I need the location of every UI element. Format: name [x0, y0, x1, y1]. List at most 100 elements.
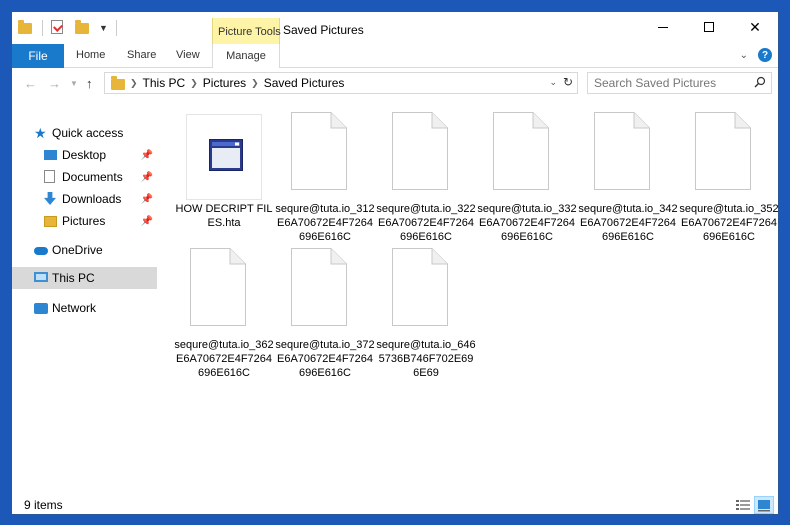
nav-item-this-pc[interactable]: This PC: [12, 267, 157, 289]
recent-locations-chevron-down-icon[interactable]: ▼: [70, 79, 78, 88]
pin-icon[interactable]: 📌: [141, 194, 153, 205]
address-bar[interactable]: ❯ This PC ❯ Pictures ❯ Saved Pictures ⌄ …: [104, 72, 578, 94]
this-pc-icon: [34, 271, 48, 285]
item-count: 9 items: [24, 498, 63, 512]
status-bar: 9 items: [12, 494, 778, 514]
minimize-icon: [658, 26, 668, 28]
file-item[interactable]: sequre@tuta.io_6465736B746F702E696E69: [376, 248, 476, 380]
breadcrumb-this-pc[interactable]: This PC: [143, 76, 186, 90]
onedrive-icon: [34, 243, 48, 257]
blank-file-icon: [392, 112, 448, 190]
close-icon: ✕: [749, 18, 761, 35]
new-folder-icon[interactable]: [75, 20, 91, 36]
pictures-icon: [44, 214, 58, 228]
file-item[interactable]: sequre@tuta.io_332E6A70672E4F7264696E616…: [477, 112, 577, 244]
large-icons-view-icon: [758, 500, 770, 512]
blank-file-icon: [190, 248, 246, 326]
address-row: ← → ▼ ↑ ❯ This PC ❯ Pictures ❯ Saved Pic…: [12, 69, 778, 99]
breadcrumb-chevron-right-icon[interactable]: ❯: [251, 78, 259, 89]
quick-access-toolbar: ▼: [18, 20, 117, 36]
nav-item-label: Network: [52, 301, 97, 315]
nav-item-quick-access[interactable]: ★ Quick access: [12, 122, 157, 144]
back-arrow-icon[interactable]: ←: [24, 76, 37, 91]
minimize-button[interactable]: [640, 12, 686, 42]
divider: [115, 20, 117, 36]
breadcrumb-pictures[interactable]: Pictures: [203, 76, 246, 90]
file-item[interactable]: HOW DECRIPT FILES.hta: [176, 112, 272, 244]
file-name: sequre@tuta.io_342E6A70672E4F7264696E616…: [578, 203, 678, 243]
nav-item-downloads[interactable]: Downloads 📌: [12, 188, 157, 210]
breadcrumb-saved-pictures[interactable]: Saved Pictures: [264, 76, 345, 90]
nav-item-label: Documents: [62, 170, 123, 184]
ribbon-controls: ⌄ ?: [740, 48, 772, 62]
breadcrumb-chevron-right-icon[interactable]: ❯: [130, 78, 138, 89]
desktop-icon: [44, 148, 58, 162]
navigation-pane: ★ Quick access Desktop 📌 Documents 📌 Dow…: [12, 100, 157, 494]
tab-manage[interactable]: Manage: [212, 44, 280, 68]
nav-item-network[interactable]: Network: [12, 297, 157, 319]
refresh-icon[interactable]: ↻: [563, 75, 573, 89]
divider: [42, 20, 43, 36]
pin-icon[interactable]: 📌: [141, 172, 153, 183]
tab-home[interactable]: Home: [76, 49, 105, 61]
tab-share[interactable]: Share: [127, 49, 156, 61]
nav-item-label: Quick access: [52, 126, 124, 140]
blank-file-icon: [695, 112, 751, 190]
file-name: HOW DECRIPT FILES.hta: [175, 203, 273, 229]
blank-file-icon: [392, 248, 448, 326]
tab-file[interactable]: File: [12, 44, 64, 68]
nav-item-desktop[interactable]: Desktop 📌: [12, 144, 157, 166]
details-view-icon[interactable]: [734, 497, 752, 513]
nav-item-onedrive[interactable]: OneDrive: [12, 239, 157, 261]
hta-application-icon: [209, 139, 243, 171]
nav-item-label: Pictures: [62, 214, 106, 228]
file-name: sequre@tuta.io_352E6A70672E4F7264696E616…: [679, 203, 779, 243]
large-icons-view-button[interactable]: [754, 496, 774, 514]
file-thumbnail: [186, 114, 262, 200]
file-item[interactable]: sequre@tuta.io_322E6A70672E4F7264696E616…: [376, 112, 476, 244]
blank-file-icon: [493, 112, 549, 190]
network-icon: [34, 301, 48, 315]
blank-file-icon: [594, 112, 650, 190]
search-icon[interactable]: [754, 76, 766, 88]
file-list: HOW DECRIPT FILES.hta sequre@tuta.io_312…: [162, 100, 778, 494]
file-item[interactable]: sequre@tuta.io_362E6A70672E4F7264696E616…: [174, 248, 274, 380]
maximize-icon: [704, 22, 714, 32]
file-item[interactable]: sequre@tuta.io_342E6A70672E4F7264696E616…: [578, 112, 678, 244]
file-name: sequre@tuta.io_322E6A70672E4F7264696E616…: [376, 203, 476, 243]
ribbon-tabs: File Home Share View Manage ⌄ ?: [12, 44, 778, 68]
file-item[interactable]: sequre@tuta.io_312E6A70672E4F7264696E616…: [275, 112, 375, 244]
file-item[interactable]: sequre@tuta.io_372E6A70672E4F7264696E616…: [275, 248, 375, 380]
nav-item-label: This PC: [52, 271, 95, 285]
nav-item-label: Desktop: [62, 148, 107, 162]
help-icon[interactable]: ?: [758, 48, 772, 62]
pin-icon[interactable]: 📌: [141, 216, 153, 227]
blank-file-icon: [291, 112, 347, 190]
customize-toolbar-chevron-down-icon[interactable]: ▼: [99, 23, 108, 33]
up-arrow-icon[interactable]: ↑: [86, 76, 93, 91]
forward-arrow-icon[interactable]: →: [48, 76, 61, 91]
folder-icon: [111, 75, 125, 90]
nav-item-pictures[interactable]: Pictures 📌: [12, 210, 157, 232]
file-item[interactable]: sequre@tuta.io_352E6A70672E4F7264696E616…: [679, 112, 779, 244]
search-box: [587, 72, 772, 94]
maximize-button[interactable]: [686, 12, 732, 42]
expand-ribbon-chevron-down-icon[interactable]: ⌄: [740, 50, 748, 61]
file-name: sequre@tuta.io_6465736B746F702E696E69: [376, 339, 476, 379]
documents-icon: [44, 170, 58, 184]
file-name: sequre@tuta.io_362E6A70672E4F7264696E616…: [174, 339, 274, 379]
file-name: sequre@tuta.io_332E6A70672E4F7264696E616…: [477, 203, 577, 243]
breadcrumb-chevron-right-icon[interactable]: ❯: [190, 78, 198, 89]
explorer-window: ▼ Picture Tools Saved Pictures ✕ File Ho…: [11, 11, 779, 515]
address-history-chevron-down-icon[interactable]: ⌄: [549, 77, 557, 88]
pin-icon[interactable]: 📌: [141, 150, 153, 161]
window-controls: ✕: [640, 12, 778, 42]
search-input[interactable]: [594, 76, 744, 90]
nav-item-documents[interactable]: Documents 📌: [12, 166, 157, 188]
title-bar: ▼ Picture Tools Saved Pictures ✕: [12, 12, 778, 64]
file-name: sequre@tuta.io_312E6A70672E4F7264696E616…: [275, 203, 375, 243]
tab-view[interactable]: View: [176, 49, 200, 61]
folder-icon: [18, 20, 34, 36]
properties-icon[interactable]: [51, 20, 67, 36]
close-button[interactable]: ✕: [732, 12, 778, 42]
